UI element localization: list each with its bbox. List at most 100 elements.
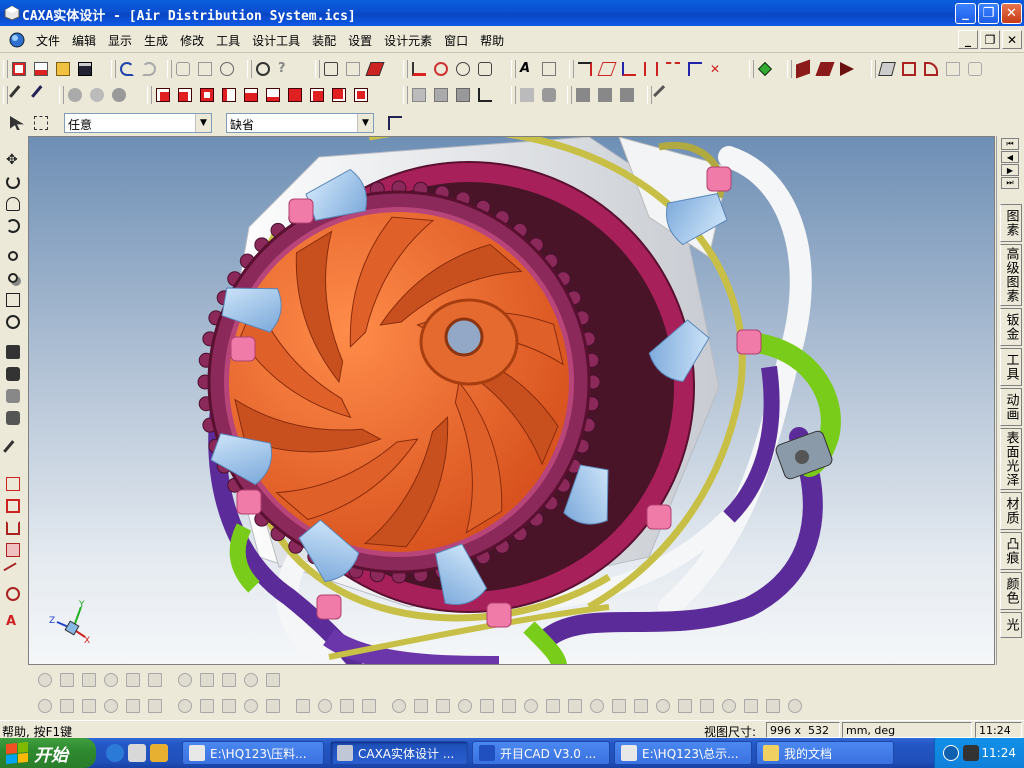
move-up-icon[interactable] [408, 58, 430, 80]
orbit-icon[interactable] [3, 194, 23, 214]
pan-target-icon[interactable] [3, 312, 23, 332]
brush-icon[interactable] [3, 440, 23, 460]
menu-item-9[interactable]: 设计元素 [378, 32, 438, 49]
menu-item-3[interactable]: 生成 [138, 32, 174, 49]
new-design-icon[interactable] [30, 58, 52, 80]
constraint-tool-3-icon[interactable] [100, 669, 122, 691]
roll-icon[interactable] [3, 216, 23, 236]
constraint-tool-0-icon[interactable] [34, 669, 56, 691]
sketch-tool-12-icon[interactable] [314, 695, 336, 717]
sketch-rect-icon[interactable] [3, 496, 23, 516]
tree-icon[interactable] [384, 112, 406, 134]
revolve-icon[interactable] [814, 58, 836, 80]
undo-icon[interactable] [116, 58, 138, 80]
wireframe-icon[interactable] [408, 84, 430, 106]
sketch-tool-17-icon[interactable] [432, 695, 454, 717]
shell-icon[interactable] [898, 58, 920, 80]
sketch-tool-8-icon[interactable] [218, 695, 240, 717]
sketch-tool-28-icon[interactable] [674, 695, 696, 717]
sketch-tool-7-icon[interactable] [196, 695, 218, 717]
open-folder-icon[interactable] [52, 58, 74, 80]
sketch-tool-29-icon[interactable] [696, 695, 718, 717]
extrude-icon[interactable] [792, 58, 814, 80]
plane-icon[interactable] [596, 58, 618, 80]
sketch-tool-15-icon[interactable] [388, 695, 410, 717]
3d-viewport[interactable]: Y X Z [28, 136, 995, 665]
view-right-icon[interactable] [218, 84, 240, 106]
text-icon[interactable]: A [516, 58, 538, 80]
sketch-tool-20-icon[interactable] [498, 695, 520, 717]
view-left-icon[interactable] [196, 84, 218, 106]
smart-2-icon[interactable] [594, 84, 616, 106]
constraint-tool-9-icon[interactable] [240, 669, 262, 691]
light-icon[interactable] [342, 58, 364, 80]
view-iso-icon[interactable] [284, 84, 306, 106]
media-icon[interactable] [150, 744, 168, 762]
sketch-tool-14-icon[interactable] [358, 695, 380, 717]
sketch-tool-0-icon[interactable] [34, 695, 56, 717]
sketch-tool-23-icon[interactable] [564, 695, 586, 717]
sketch-tool-6-icon[interactable] [174, 695, 196, 717]
sketch-tool-22-icon[interactable] [542, 695, 564, 717]
panel-tab-4[interactable]: 动画 [1000, 388, 1022, 426]
sketch-icon[interactable] [3, 474, 23, 494]
menu-item-2[interactable]: 显示 [102, 32, 138, 49]
camera-dolly-icon[interactable] [3, 408, 23, 428]
constraint-tool-4-icon[interactable] [122, 669, 144, 691]
rotate-part-icon[interactable] [430, 58, 452, 80]
light-spot-icon[interactable] [86, 84, 108, 106]
menu-item-1[interactable]: 编辑 [66, 32, 102, 49]
corner-icon[interactable] [474, 84, 496, 106]
select-arrow-icon[interactable] [6, 112, 28, 134]
tray-camera-icon[interactable] [963, 745, 979, 761]
chamfer-icon[interactable] [942, 58, 964, 80]
zoom-fit-icon[interactable] [3, 290, 23, 310]
taskbar-task-3[interactable]: E:\HQ123\总示... [614, 741, 752, 765]
copy-icon[interactable] [194, 58, 216, 80]
panel-tab-1[interactable]: 高级图素 [1000, 244, 1022, 306]
pick-icon[interactable] [452, 58, 474, 80]
close-button[interactable]: ✕ [1001, 3, 1022, 24]
view-iso4-icon[interactable] [350, 84, 372, 106]
light-point-icon[interactable] [64, 84, 86, 106]
sketch-tool-16-icon[interactable] [410, 695, 432, 717]
texture-icon[interactable] [364, 58, 386, 80]
panel-tab-2[interactable]: 钣金 [1000, 308, 1022, 346]
doc-minimize-button[interactable]: _ [958, 30, 978, 49]
eyedropper-icon[interactable] [8, 84, 30, 106]
menu-item-0[interactable]: 文件 [30, 32, 66, 49]
label-icon[interactable] [538, 58, 560, 80]
sketch-tool-13-icon[interactable] [336, 695, 358, 717]
camera-orbit-icon[interactable] [3, 386, 23, 406]
taskbar-task-4[interactable]: 我的文档 [756, 741, 894, 765]
panel-tab-7[interactable]: 凸痕 [1000, 532, 1022, 570]
smart-1-icon[interactable] [572, 84, 594, 106]
menu-item-6[interactable]: 设计工具 [246, 32, 306, 49]
sketch-tool-10-icon[interactable] [262, 695, 284, 717]
panel-tab-8[interactable]: 颜色 [1000, 572, 1022, 610]
draft-icon[interactable] [964, 58, 986, 80]
ie-icon[interactable] [106, 744, 124, 762]
taskbar-task-1[interactable]: CAXA实体设计 ... [330, 741, 468, 765]
panel-last-icon[interactable]: ⏭ [1001, 177, 1019, 189]
view-iso2-icon[interactable] [306, 84, 328, 106]
text-annotate-icon[interactable]: A [3, 612, 23, 632]
sketch-tool-33-icon[interactable] [784, 695, 806, 717]
shaded-icon[interactable] [430, 84, 452, 106]
render-icon[interactable] [320, 58, 342, 80]
filter-combo[interactable]: 任意 ▼ [64, 113, 212, 133]
panel-tab-5[interactable]: 表面光泽 [1000, 428, 1022, 490]
panel-tab-6[interactable]: 材质 [1000, 492, 1022, 530]
sketch-tool-31-icon[interactable] [740, 695, 762, 717]
constraint-tool-7-icon[interactable] [196, 669, 218, 691]
sketch-tool-32-icon[interactable] [762, 695, 784, 717]
sketch-tool-19-icon[interactable] [476, 695, 498, 717]
menu-item-8[interactable]: 设置 [342, 32, 378, 49]
menu-item-7[interactable]: 装配 [306, 32, 342, 49]
sketch-tool-1-icon[interactable] [56, 695, 78, 717]
wrench-icon[interactable] [652, 84, 674, 106]
document-icon[interactable] [9, 32, 25, 48]
paint-dropper-icon[interactable] [30, 84, 52, 106]
cut-icon[interactable] [172, 58, 194, 80]
panel-first-icon[interactable]: ⏮ [1001, 138, 1019, 150]
